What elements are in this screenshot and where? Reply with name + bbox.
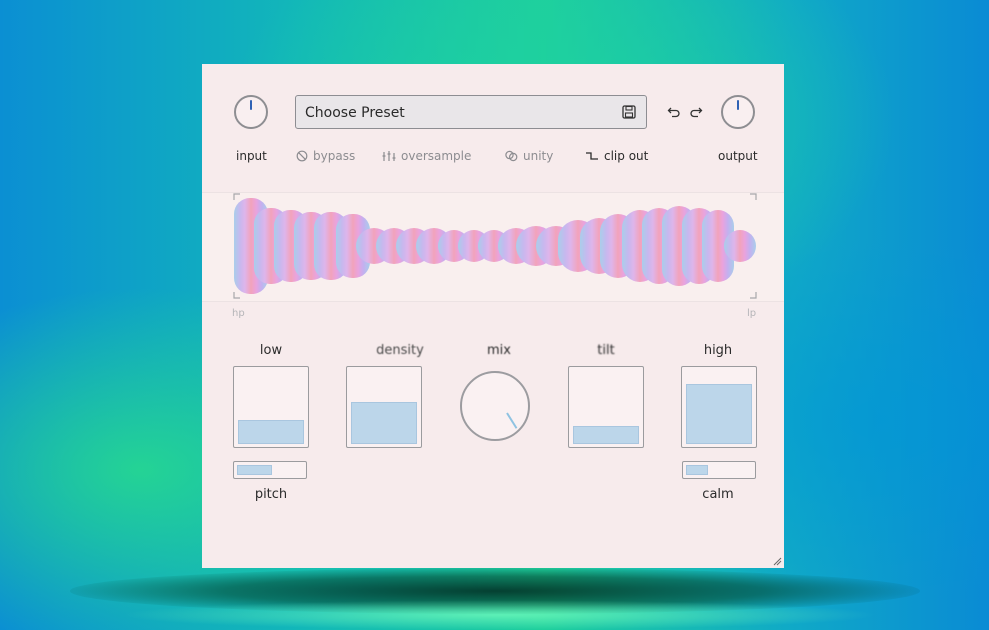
oversample-toggle[interactable]: oversample: [382, 149, 471, 163]
clip-out-label: clip out: [604, 149, 649, 163]
output-knob[interactable]: [721, 95, 755, 129]
density-fader-fill: [351, 402, 417, 444]
input-knob[interactable]: [234, 95, 268, 129]
unity-icon: [505, 150, 518, 162]
bypass-label: bypass: [313, 149, 356, 163]
redo-icon[interactable]: [689, 105, 703, 119]
input-label: input: [236, 149, 267, 163]
high-label: high: [703, 343, 733, 358]
plugin-panel: input Choose Preset output bypass oversa…: [202, 64, 784, 568]
mix-knob-needle: [506, 412, 518, 429]
save-icon[interactable]: [622, 105, 636, 119]
pitch-slider[interactable]: [233, 461, 307, 479]
lp-label: lp: [747, 308, 757, 319]
mix-label: mix: [487, 343, 511, 358]
mix-knob[interactable]: [460, 371, 530, 441]
clip-icon: [586, 152, 598, 160]
visualizer-blobs: [234, 198, 756, 294]
spectrum-visualizer[interactable]: [202, 184, 784, 308]
output-knob-needle: [737, 100, 739, 110]
density-label: density: [376, 343, 424, 358]
tilt-label: tilt: [597, 343, 615, 358]
output-label: output: [718, 149, 758, 163]
sliders-icon: [382, 151, 396, 161]
calm-slider[interactable]: [682, 461, 756, 479]
low-fader-fill: [238, 420, 304, 444]
tilt-fader-fill: [573, 426, 639, 444]
pitch-slider-fill: [237, 465, 272, 475]
calm-label: calm: [702, 487, 734, 502]
clip-out-toggle[interactable]: clip out: [585, 149, 648, 163]
high-fader-fill: [686, 384, 752, 444]
bypass-toggle[interactable]: bypass: [296, 149, 355, 163]
pitch-label: pitch: [254, 487, 288, 502]
preset-label: Choose Preset: [305, 105, 405, 121]
input-knob-needle: [250, 100, 252, 110]
floor-glow: [120, 600, 880, 630]
density-fader[interactable]: [346, 366, 422, 448]
unity-toggle[interactable]: unity: [505, 149, 553, 163]
high-fader[interactable]: [681, 366, 757, 448]
oversample-label: oversample: [401, 149, 472, 163]
preset-selector[interactable]: Choose Preset: [295, 95, 647, 129]
unity-label: unity: [523, 149, 554, 163]
calm-slider-fill: [686, 465, 708, 475]
hp-label: hp: [232, 308, 245, 319]
tilt-fader[interactable]: [568, 366, 644, 448]
undo-icon[interactable]: [667, 105, 681, 119]
low-label: low: [259, 343, 283, 358]
resize-handle-icon[interactable]: [772, 556, 782, 566]
bypass-icon: [296, 150, 308, 162]
low-fader[interactable]: [233, 366, 309, 448]
